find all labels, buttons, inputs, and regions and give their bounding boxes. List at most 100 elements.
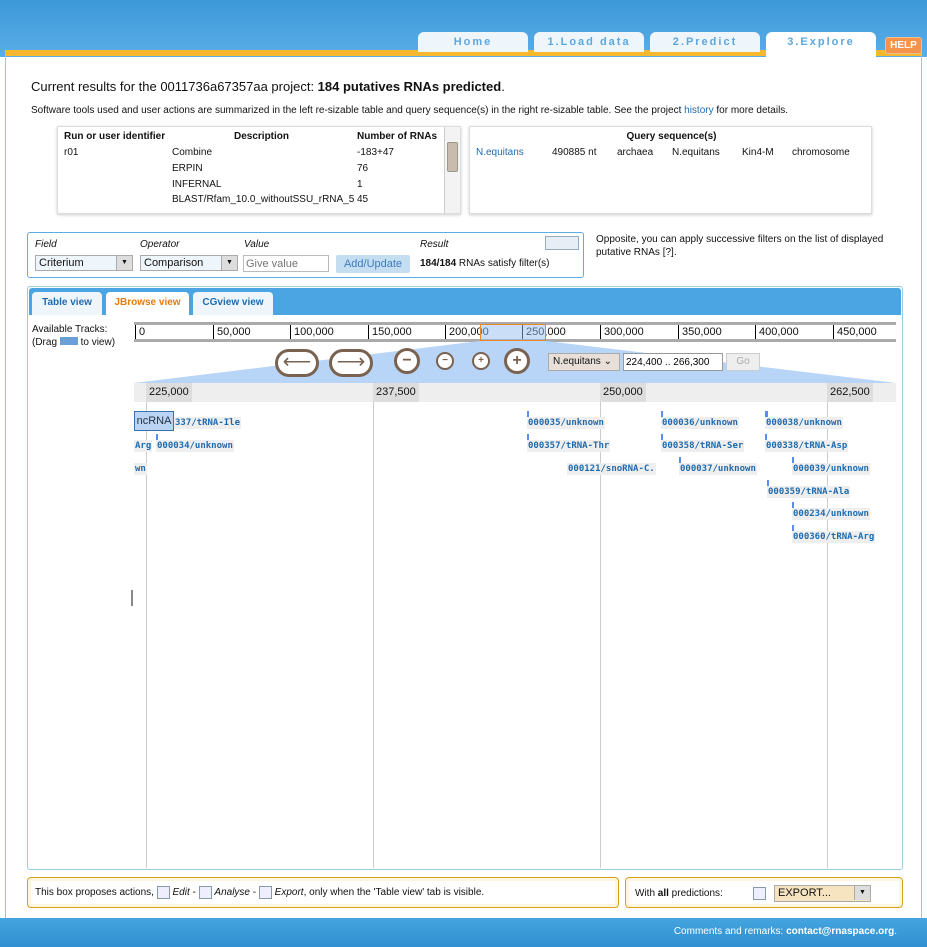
footer: Comments and remarks: contact@rnaspace.o… <box>0 918 927 947</box>
tab-explore[interactable]: 3.Explore <box>766 32 876 57</box>
feature[interactable]: 000359/tRNA-Ala <box>767 486 851 498</box>
feature[interactable]: 000035/unknown <box>527 417 605 429</box>
edit-icon <box>156 886 170 899</box>
tab-cgview-view[interactable]: CGview view <box>193 292 273 315</box>
overview-tick: 300,000 <box>600 325 644 339</box>
feature[interactable]: 000039/unknown <box>792 463 870 475</box>
help-button[interactable]: HELP <box>885 37 922 54</box>
pan-right-icon[interactable]: ⟶ <box>329 349 373 377</box>
query-length: 490885 nt <box>552 147 597 158</box>
add-update-button[interactable]: Add/Update <box>336 255 410 273</box>
overview-tick: 150,000 <box>368 325 412 339</box>
filter-hint: Opposite, you can apply successive filte… <box>596 234 884 258</box>
title-text: Current results for the 0011736a67357aa … <box>31 79 318 94</box>
field-select[interactable]: Criterium ▼ <box>35 255 133 271</box>
drag-hint-end: to view) <box>80 337 116 348</box>
query-sequence-link[interactable]: N.equitans <box>476 147 524 158</box>
overview-location-box[interactable] <box>480 324 546 341</box>
overview-tick: 50,000 <box>213 325 251 339</box>
detail-tick: 262,500 <box>827 383 873 402</box>
cell-description: Combine <box>172 147 213 158</box>
overview-tick: 350,000 <box>678 325 722 339</box>
location-input[interactable] <box>623 353 723 371</box>
desc-end: for more details. <box>713 105 789 116</box>
analyse-label: Analyse <box>214 887 250 899</box>
feature[interactable]: 000234/unknown <box>792 508 870 520</box>
feature[interactable]: 000037/unknown <box>679 463 757 475</box>
history-link[interactable]: history <box>684 105 713 116</box>
chevron-down-icon: ▼ <box>221 256 237 270</box>
zoom-in-big-icon[interactable]: + <box>504 348 530 374</box>
cell-count: 45 <box>357 194 369 205</box>
tab-predict[interactable]: 2.Predict <box>650 32 760 52</box>
cell-count: -183+47 <box>357 147 394 158</box>
operator-label: Operator <box>140 239 180 250</box>
feature[interactable]: 000338/tRNA-Asp <box>765 440 849 452</box>
result-count: 184/184 <box>420 258 457 269</box>
zoom-in-small-icon[interactable]: + <box>472 352 490 370</box>
col-header-run: Run or user identifier <box>64 131 166 142</box>
col-header-count: Number of RNAs <box>357 131 438 142</box>
feature[interactable]: 337/tRNA-Ile <box>174 417 242 429</box>
value-label: Value <box>244 239 270 250</box>
tab-jbrowse-view[interactable]: JBrowse view <box>106 292 189 316</box>
desc-text: Software tools used and user actions are… <box>31 105 685 116</box>
tab-load-data[interactable]: 1.Load data <box>534 32 644 52</box>
tab-table-view[interactable]: Table view <box>32 292 102 315</box>
filter-toggle-icon[interactable] <box>545 236 579 250</box>
detail-ruler <box>134 383 896 402</box>
cell-run: r01 <box>64 147 79 158</box>
contact-email-link[interactable]: contact@rnaspace.org <box>786 926 894 937</box>
scrollbar-thumb[interactable] <box>447 142 458 172</box>
zoom-out-big-icon[interactable]: − <box>394 348 420 374</box>
footer-text: Comments and remarks: <box>673 926 787 937</box>
query-domain: archaea <box>617 147 654 158</box>
zoom-out-small-icon[interactable]: − <box>436 352 454 370</box>
title-count: 184 putatives RNAs predicted <box>317 79 502 94</box>
operator-value: Comparison <box>144 257 204 269</box>
export-label: Export <box>274 887 304 899</box>
actions-box: This box proposes actions, Edit - Analys… <box>27 877 619 908</box>
operator-select[interactable]: Comparison ▼ <box>140 255 238 271</box>
feature[interactable]: 000038/unknown <box>765 417 843 429</box>
tab-home[interactable]: Home <box>418 32 528 52</box>
filter-box: Field Operator Value Result Criterium ▼ C… <box>27 232 584 278</box>
drag-arrow-icon <box>59 337 78 345</box>
query-replicon: chromosome <box>792 147 850 158</box>
chevron-down-icon: ⌄ <box>603 356 612 367</box>
query-table: Query sequence(s) N.equitans 490885 nt a… <box>469 126 872 214</box>
feature[interactable]: 000034/unknown <box>156 440 234 452</box>
field-value: Criterium <box>39 257 84 269</box>
available-tracks: Available Tracks: (Drag to view) <box>32 323 115 349</box>
refseq-value: N.equitans <box>553 356 601 367</box>
pan-left-icon[interactable]: ⟵ <box>275 349 319 377</box>
feature[interactable]: Arg <box>134 440 153 452</box>
chevron-down-icon: ▼ <box>854 886 870 900</box>
query-species: N.equitans <box>672 147 720 158</box>
track-list-resizer[interactable] <box>131 590 133 606</box>
detail-tick: 225,000 <box>146 383 192 402</box>
track-label-ncrna[interactable]: ncRNA <box>134 411 174 431</box>
refseq-select[interactable]: N.equitans ⌄ <box>548 353 620 371</box>
feature[interactable]: wn <box>134 463 147 475</box>
feature[interactable]: 000358/tRNA-Ser <box>661 440 745 452</box>
feature[interactable]: 000121/snoRNA-C. <box>567 463 656 475</box>
footer-end: . <box>894 926 897 937</box>
feature[interactable]: 000357/tRNA-Thr <box>527 440 611 452</box>
overview-tick: 100,000 <box>290 325 334 339</box>
export-select[interactable]: EXPORT... ▼ <box>774 885 871 902</box>
cell-count: 1 <box>357 179 363 190</box>
cell-count: 76 <box>357 163 369 174</box>
feature[interactable]: 000360/tRNA-Arg <box>792 531 876 543</box>
gridline <box>373 402 374 868</box>
overview-tick: 0 <box>135 325 145 339</box>
query-strain: Kin4-M <box>742 147 774 158</box>
scrollbar[interactable] <box>444 127 460 213</box>
go-button[interactable]: Go <box>726 353 760 371</box>
feature[interactable]: 000036/unknown <box>661 417 739 429</box>
value-input[interactable] <box>243 255 329 272</box>
edit-label: Edit <box>172 887 190 899</box>
runs-table: Run or user identifier Description Numbe… <box>57 126 461 214</box>
drag-hint: (Drag <box>32 337 58 348</box>
export-icon <box>753 887 766 900</box>
